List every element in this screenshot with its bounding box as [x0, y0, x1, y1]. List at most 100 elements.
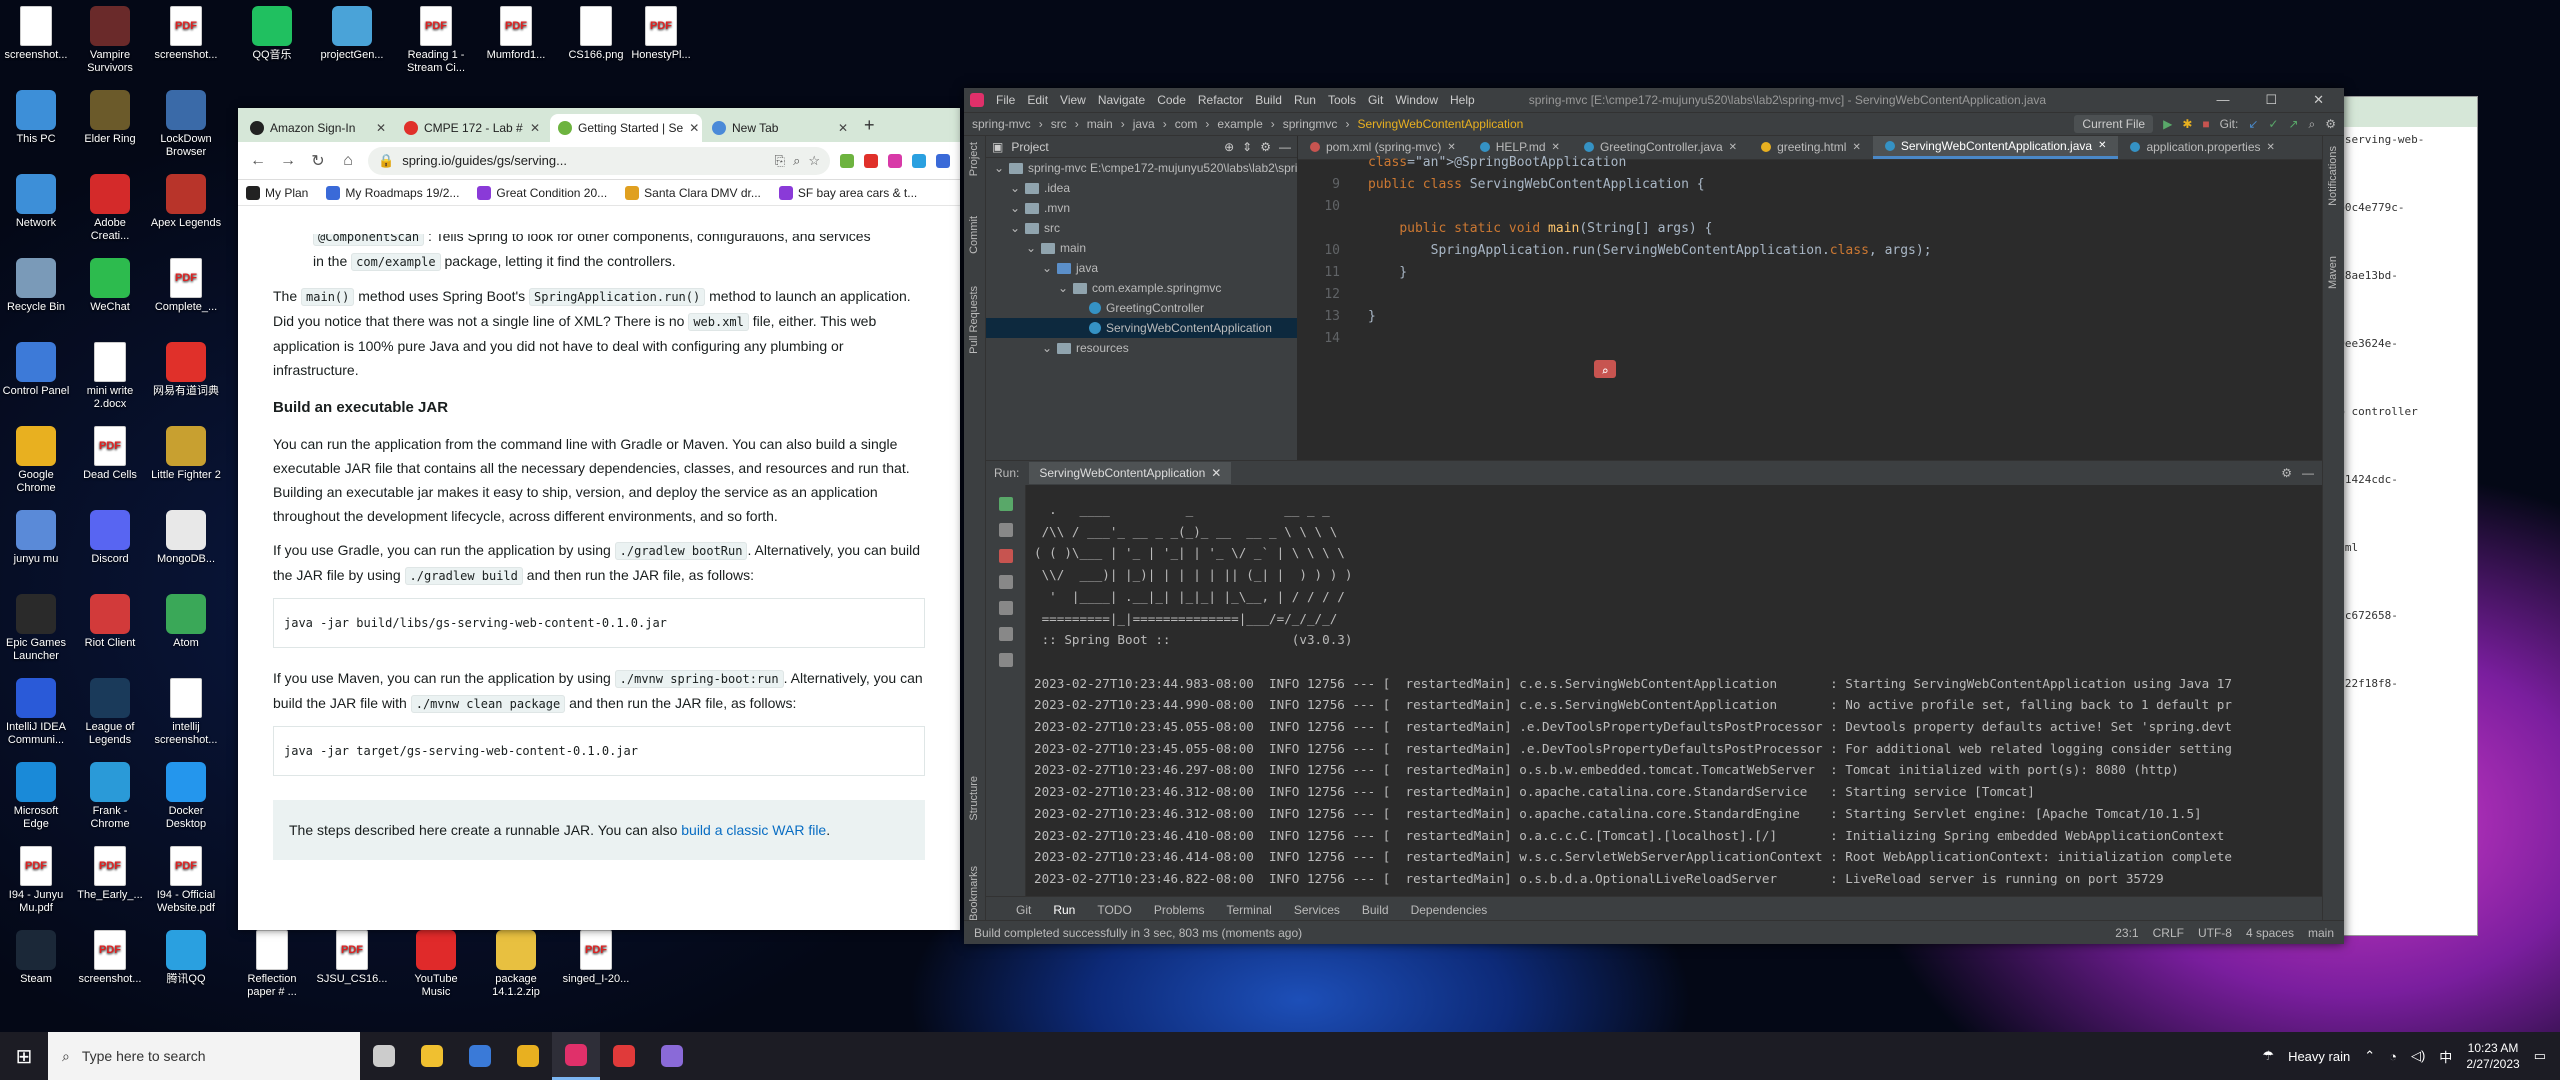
search-everywhere-icon[interactable]: ⌕	[1594, 360, 1616, 378]
desktop-icon[interactable]: projectGen...	[316, 6, 388, 62]
desktop-icon[interactable]: Apex Legends	[150, 174, 222, 230]
notifications-tool-tab[interactable]: Notifications	[2327, 146, 2339, 206]
pull-requests-tool-tab[interactable]: Pull Requests	[968, 286, 980, 354]
gear-icon[interactable]: ⚙	[2281, 466, 2292, 480]
menu-item-code[interactable]: Code	[1157, 93, 1186, 107]
desktop-icon[interactable]: MongoDB...	[150, 510, 222, 566]
task-view-taskbar-button[interactable]	[360, 1032, 408, 1080]
extension-icon[interactable]	[888, 153, 902, 168]
close-icon[interactable]: ✕	[689, 121, 699, 135]
bookmark-roadmaps[interactable]: My Roadmaps 19/2...	[326, 185, 459, 200]
desktop-icon[interactable]: IntelliJ IDEA Communi...	[0, 678, 72, 747]
close-icon[interactable]: ✕	[376, 121, 386, 135]
chrome-alt-taskbar-button[interactable]	[456, 1032, 504, 1080]
menu-item-tools[interactable]: Tools	[1328, 93, 1356, 107]
git-update-icon[interactable]: ↙	[2248, 117, 2258, 131]
close-icon[interactable]: ✕	[530, 121, 540, 135]
reload-icon[interactable]: ↻	[308, 151, 328, 171]
project-tool-tab[interactable]: Project	[968, 142, 980, 176]
tree-node[interactable]: ⌄ .idea	[986, 178, 1297, 198]
desktop-icon[interactable]: PDF I94 - Junyu Mu.pdf	[0, 846, 72, 915]
breadcrumb-item[interactable]: ServingWebContentApplication	[1357, 117, 1523, 131]
desktop-icon[interactable]: Adobe Creati...	[74, 174, 146, 243]
settings-icon[interactable]: ⚙	[2325, 117, 2336, 131]
menu-item-edit[interactable]: Edit	[1027, 93, 1048, 107]
pin-icon[interactable]	[998, 653, 1013, 667]
bookmark-dmv[interactable]: Santa Clara DMV dr...	[625, 185, 761, 200]
intellij-taskbar-button[interactable]	[552, 1032, 600, 1080]
address-bar[interactable]: 🔒 spring.io/guides/gs/serving... ⎘ ⌕ ☆	[368, 146, 830, 175]
close-icon[interactable]: ✕	[1447, 142, 1455, 153]
tab-new-tab[interactable]: New Tab ✕	[704, 114, 856, 142]
desktop-icon[interactable]: PDF I94 - Official Website.pdf	[150, 846, 222, 915]
desktop-icon[interactable]: Control Panel	[0, 342, 72, 398]
desktop-icon[interactable]: Atom	[150, 594, 222, 650]
tree-node[interactable]: ⌄ java	[986, 258, 1297, 278]
desktop-icon[interactable]: Riot Client	[74, 594, 146, 650]
run-tab[interactable]: ServingWebContentApplication ✕	[1029, 462, 1232, 484]
file-explorer-taskbar-button[interactable]	[408, 1032, 456, 1080]
close-icon[interactable]: ✕	[2313, 92, 2324, 108]
tool-tab-build[interactable]: Build	[1362, 903, 1389, 917]
chevron-up-icon[interactable]: ⌃	[2364, 1048, 2375, 1064]
menu-item-git[interactable]: Git	[1368, 93, 1383, 107]
console-output[interactable]: . ____ _ __ _ _ /\\ / ___'_ __ _ _(_)_ _…	[1034, 499, 2312, 892]
desktop-icon[interactable]: Steam	[0, 930, 72, 986]
tool-tab-run[interactable]: Run	[1053, 903, 1075, 917]
tool-tab-services[interactable]: Services	[1294, 903, 1340, 917]
project-pane-title[interactable]: Project	[1011, 140, 1048, 154]
desktop-icon[interactable]: PDF Dead Cells	[74, 426, 146, 482]
desktop-icon[interactable]: Microsoft Edge	[0, 762, 72, 831]
hide-icon[interactable]: —	[2302, 466, 2314, 480]
menu-item-run[interactable]: Run	[1294, 93, 1316, 107]
new-tab-button[interactable]: +	[858, 115, 881, 142]
zoom-icon[interactable]: ⌕	[793, 153, 800, 169]
tree-node[interactable]: ⌄ com.example.springmvc	[986, 278, 1297, 298]
weather-text[interactable]: Heavy rain	[2288, 1049, 2350, 1064]
close-icon[interactable]: ✕	[1852, 142, 1860, 153]
desktop-icon[interactable]: LockDown Browser	[150, 90, 222, 159]
status-item[interactable]: CRLF	[2153, 926, 2184, 940]
desktop-icon[interactable]: PDF Mumford1...	[480, 6, 552, 62]
tab-amazon[interactable]: Amazon Sign-In ✕	[242, 114, 394, 142]
desktop-icon[interactable]: QQ音乐	[236, 6, 308, 62]
breadcrumb-item[interactable]: com	[1175, 117, 1198, 131]
tree-node[interactable]: ⌄ src	[986, 218, 1297, 238]
desktop-icon[interactable]: Elder Ring	[74, 90, 146, 146]
editor[interactable]: pom.xml (spring-mvc) ✕ HELP.md ✕ GreetingCon…	[1298, 136, 2322, 460]
desktop-icon[interactable]: PDF Complete_...	[150, 258, 222, 314]
desktop-icon[interactable]: junyu mu	[0, 510, 72, 566]
maximize-icon[interactable]: ☐	[2265, 92, 2277, 108]
commit-tool-tab[interactable]: Commit	[968, 216, 980, 254]
back-icon[interactable]: ←	[248, 152, 268, 170]
desktop-icon[interactable]: CS166.png	[560, 6, 632, 62]
menu-item-navigate[interactable]: Navigate	[1098, 93, 1145, 107]
breadcrumb-item[interactable]: spring-mvc	[972, 117, 1031, 131]
menu-item-build[interactable]: Build	[1255, 93, 1282, 107]
maven-tool-tab[interactable]: Maven	[2327, 256, 2339, 289]
tree-node[interactable]: ⌄ spring-mvc E:\cmpe172-mujunyu520\labs\l…	[986, 158, 1311, 178]
menu-item-refactor[interactable]: Refactor	[1198, 93, 1243, 107]
exit-icon[interactable]	[998, 601, 1013, 615]
hide-icon[interactable]: —	[1279, 140, 1291, 154]
editor-tab[interactable]: greeting.html ✕	[1749, 136, 1873, 159]
tool-tab-problems[interactable]: Problems	[1154, 903, 1205, 917]
desktop-icon[interactable]: YouTube Music	[400, 930, 472, 999]
menu-item-help[interactable]: Help	[1450, 93, 1475, 107]
stop-icon[interactable]: ■	[2202, 117, 2209, 131]
desktop-icon[interactable]: intellij screenshot...	[150, 678, 222, 747]
close-icon[interactable]: ✕	[1211, 466, 1221, 480]
home-icon[interactable]: ⌂	[338, 152, 358, 170]
tree-node[interactable]: ⌄ resources	[986, 338, 1297, 358]
code-area[interactable]: class="an">@SpringBootApplication 9 public…	[1298, 155, 2322, 460]
bookmark-great-condition[interactable]: Great Condition 20...	[477, 185, 607, 200]
gear-icon[interactable]: ⚙	[1260, 140, 1271, 154]
status-item[interactable]: main	[2308, 926, 2334, 940]
status-item[interactable]: UTF-8	[2198, 926, 2232, 940]
git-push-icon[interactable]: ↗	[2288, 117, 2298, 131]
desktop-icon[interactable]: PDF singed_I-20...	[560, 930, 632, 986]
notification-icon[interactable]: ▭	[2534, 1048, 2546, 1064]
bookmark-my-plan[interactable]: My Plan	[246, 185, 308, 200]
volume-icon[interactable]: ◁)	[2411, 1048, 2425, 1064]
menu-item-file[interactable]: File	[996, 93, 1015, 107]
